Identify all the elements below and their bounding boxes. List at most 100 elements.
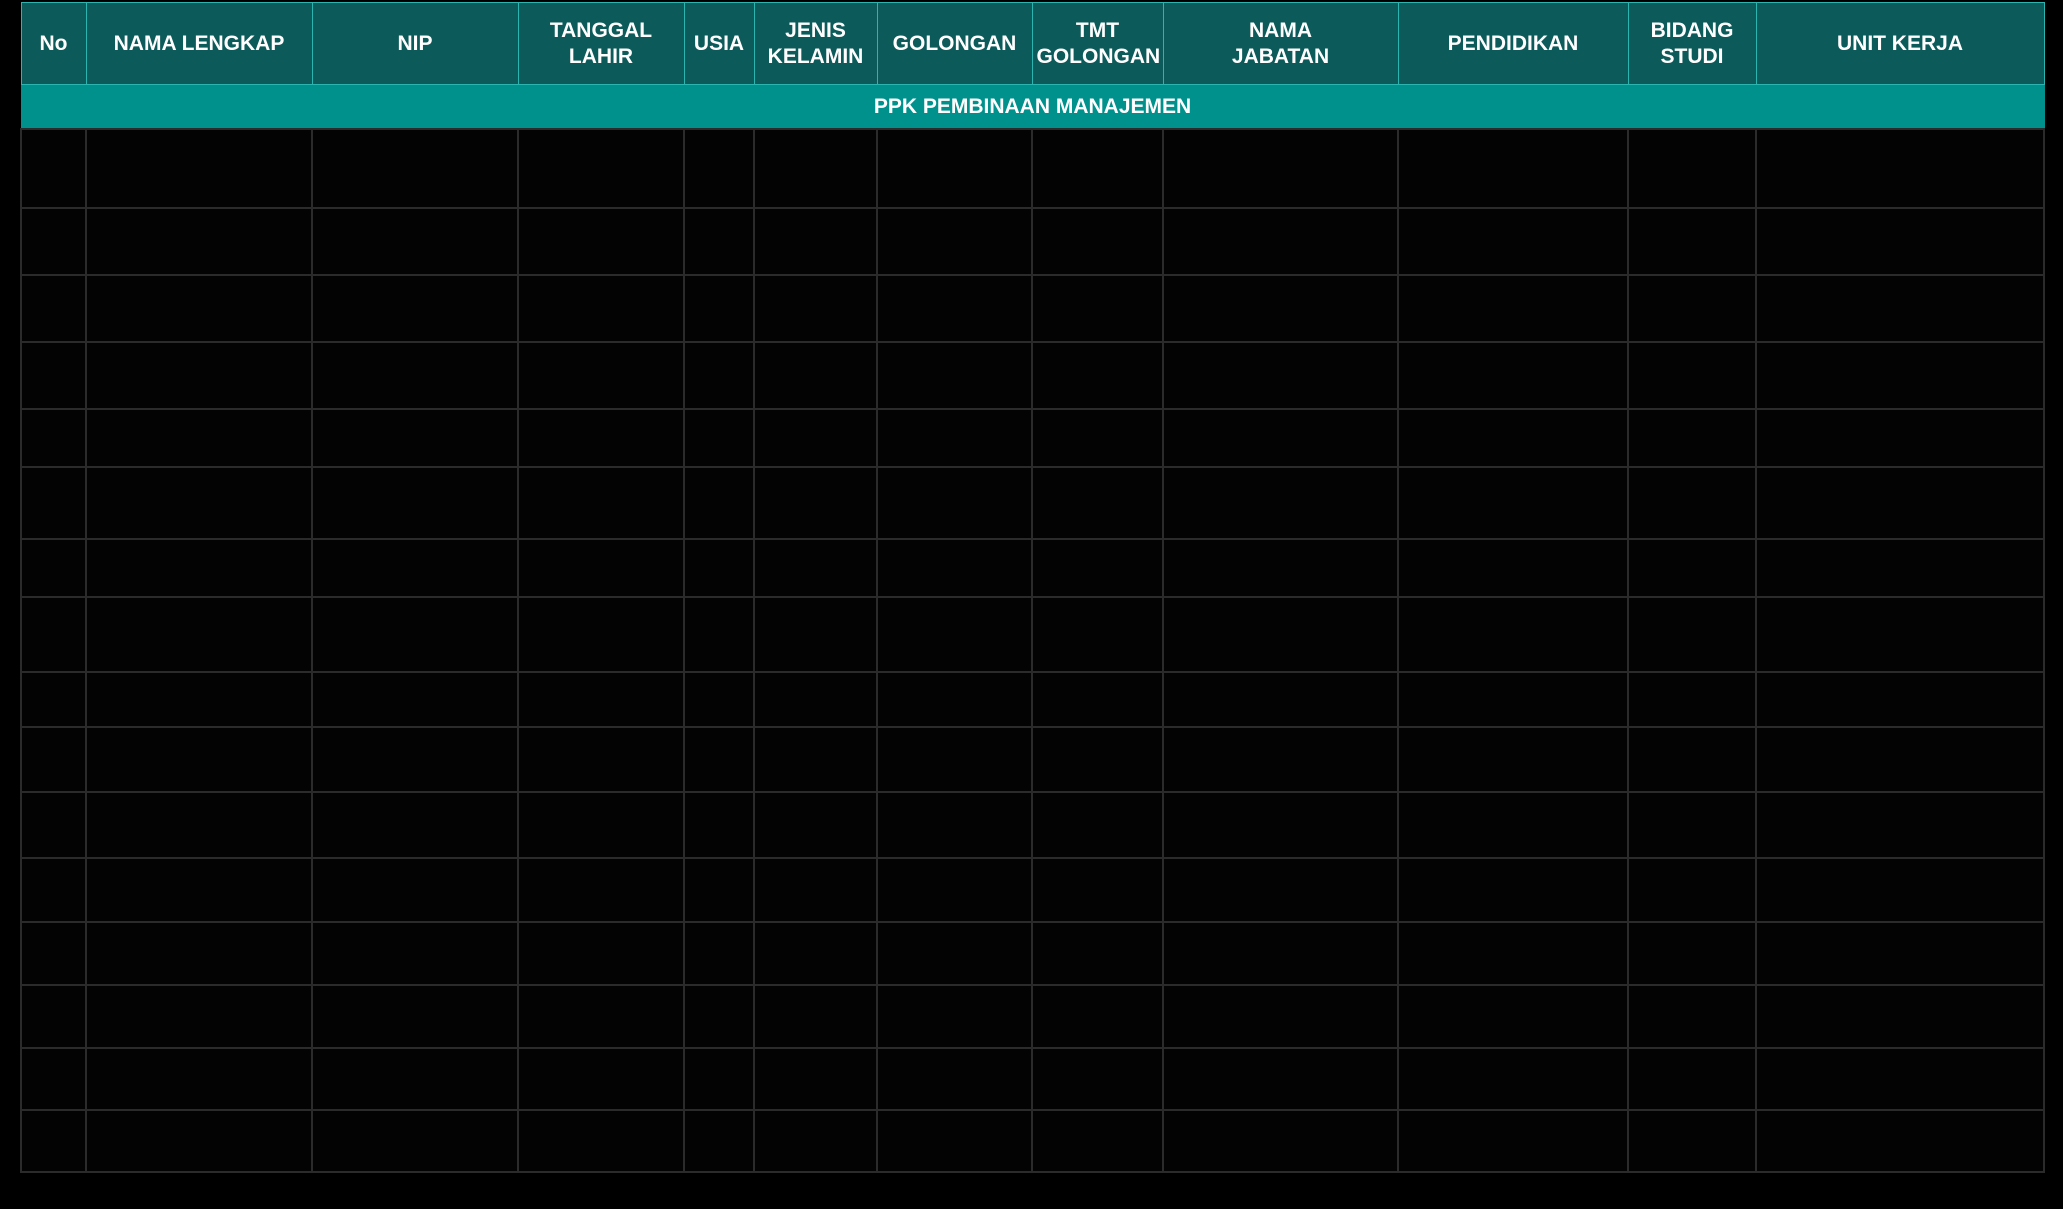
table-cell[interactable]: [20, 341, 87, 410]
table-cell[interactable]: [1397, 466, 1629, 540]
table-cell[interactable]: [311, 274, 519, 343]
table-cell[interactable]: [20, 857, 87, 923]
table-cell[interactable]: [311, 538, 519, 598]
table-cell[interactable]: [1397, 857, 1629, 923]
table-cell[interactable]: [1031, 1109, 1164, 1173]
table-cell[interactable]: [1031, 791, 1164, 859]
table-cell[interactable]: [311, 596, 519, 673]
table-cell[interactable]: [1397, 538, 1629, 598]
table-cell[interactable]: [1755, 408, 2045, 468]
table-cell[interactable]: [1627, 1047, 1757, 1111]
table-cell[interactable]: [85, 408, 313, 468]
table-cell[interactable]: [1162, 1047, 1399, 1111]
table-cell[interactable]: [753, 128, 878, 209]
table-cell[interactable]: [311, 984, 519, 1049]
table-cell[interactable]: [85, 1047, 313, 1111]
table-cell[interactable]: [517, 274, 685, 343]
table-cell[interactable]: [1397, 596, 1629, 673]
table-cell[interactable]: [1755, 128, 2045, 209]
table-cell[interactable]: [876, 341, 1033, 410]
table-cell[interactable]: [517, 857, 685, 923]
table-cell[interactable]: [683, 857, 755, 923]
table-cell[interactable]: [20, 596, 87, 673]
table-cell[interactable]: [1031, 984, 1164, 1049]
table-cell[interactable]: [683, 128, 755, 209]
table-cell[interactable]: [753, 274, 878, 343]
table-cell[interactable]: [683, 1047, 755, 1111]
table-cell[interactable]: [683, 207, 755, 276]
table-cell[interactable]: [311, 857, 519, 923]
table-cell[interactable]: [1162, 466, 1399, 540]
table-cell[interactable]: [1627, 671, 1757, 728]
table-cell[interactable]: [20, 128, 87, 209]
table-cell[interactable]: [20, 1109, 87, 1173]
table-cell[interactable]: [683, 921, 755, 986]
table-cell[interactable]: [1031, 207, 1164, 276]
table-cell[interactable]: [1755, 596, 2045, 673]
table-cell[interactable]: [876, 791, 1033, 859]
table-cell[interactable]: [1397, 726, 1629, 793]
table-cell[interactable]: [753, 207, 878, 276]
table-cell[interactable]: [683, 538, 755, 598]
table-cell[interactable]: [1627, 1109, 1757, 1173]
table-cell[interactable]: [1162, 921, 1399, 986]
table-cell[interactable]: [20, 921, 87, 986]
table-cell[interactable]: [1627, 274, 1757, 343]
table-cell[interactable]: [85, 671, 313, 728]
table-cell[interactable]: [1031, 466, 1164, 540]
table-cell[interactable]: [1397, 671, 1629, 728]
table-cell[interactable]: [85, 984, 313, 1049]
table-cell[interactable]: [1031, 921, 1164, 986]
table-cell[interactable]: [1627, 921, 1757, 986]
table-cell[interactable]: [1755, 921, 2045, 986]
table-cell[interactable]: [1627, 408, 1757, 468]
table-cell[interactable]: [85, 341, 313, 410]
table-cell[interactable]: [1162, 408, 1399, 468]
table-cell[interactable]: [20, 1047, 87, 1111]
table-cell[interactable]: [20, 207, 87, 276]
table-cell[interactable]: [517, 726, 685, 793]
table-cell[interactable]: [517, 538, 685, 598]
table-cell[interactable]: [517, 984, 685, 1049]
table-cell[interactable]: [1627, 207, 1757, 276]
table-cell[interactable]: [1627, 726, 1757, 793]
table-cell[interactable]: [1755, 1047, 2045, 1111]
table-cell[interactable]: [1031, 341, 1164, 410]
table-cell[interactable]: [20, 538, 87, 598]
table-cell[interactable]: [683, 671, 755, 728]
table-cell[interactable]: [1627, 466, 1757, 540]
table-cell[interactable]: [1627, 538, 1757, 598]
table-cell[interactable]: [1031, 857, 1164, 923]
table-cell[interactable]: [876, 1047, 1033, 1111]
table-cell[interactable]: [876, 857, 1033, 923]
table-cell[interactable]: [1031, 128, 1164, 209]
table-cell[interactable]: [85, 596, 313, 673]
table-cell[interactable]: [876, 671, 1033, 728]
table-cell[interactable]: [1162, 726, 1399, 793]
table-cell[interactable]: [85, 274, 313, 343]
table-cell[interactable]: [311, 791, 519, 859]
table-cell[interactable]: [20, 274, 87, 343]
table-cell[interactable]: [1755, 466, 2045, 540]
table-cell[interactable]: [1627, 596, 1757, 673]
table-cell[interactable]: [85, 921, 313, 986]
table-cell[interactable]: [1162, 984, 1399, 1049]
table-cell[interactable]: [1755, 274, 2045, 343]
table-cell[interactable]: [683, 984, 755, 1049]
table-cell[interactable]: [876, 921, 1033, 986]
table-cell[interactable]: [1627, 128, 1757, 209]
table-cell[interactable]: [753, 1109, 878, 1173]
table-cell[interactable]: [1397, 128, 1629, 209]
table-cell[interactable]: [517, 1109, 685, 1173]
table-cell[interactable]: [1397, 207, 1629, 276]
table-cell[interactable]: [517, 207, 685, 276]
table-cell[interactable]: [311, 408, 519, 468]
table-cell[interactable]: [876, 1109, 1033, 1173]
table-cell[interactable]: [683, 341, 755, 410]
table-cell[interactable]: [753, 671, 878, 728]
table-cell[interactable]: [876, 274, 1033, 343]
table-cell[interactable]: [1397, 1109, 1629, 1173]
table-cell[interactable]: [876, 596, 1033, 673]
table-cell[interactable]: [683, 791, 755, 859]
table-cell[interactable]: [1755, 207, 2045, 276]
